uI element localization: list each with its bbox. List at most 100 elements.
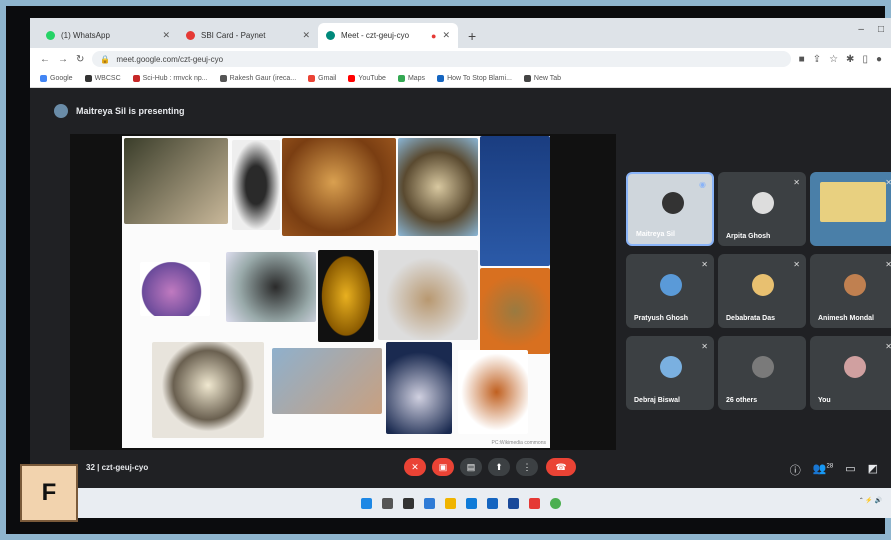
close-icon[interactable]: ✕: [162, 30, 170, 41]
bookmark-item[interactable]: How To Stop Blami...: [437, 75, 512, 82]
bookmark-icon: [219, 75, 227, 82]
gmail-icon: [308, 75, 316, 82]
participant-avatar: [752, 356, 774, 378]
minimize-icon[interactable]: –: [858, 24, 864, 35]
tab-whatsapp[interactable]: (1) WhatsApp ✕: [38, 23, 178, 48]
snail-shell-image: [318, 250, 374, 342]
sbi-icon: [186, 31, 195, 40]
bookmark-item[interactable]: New Tab: [523, 75, 561, 82]
bookmark-item[interactable]: Maps: [397, 75, 425, 82]
mic-off-icon: ✕: [793, 178, 800, 187]
windows-start-icon[interactable]: [361, 497, 372, 509]
participant-tile[interactable]: ✕ Debabrata Das: [718, 254, 806, 328]
file-explorer-icon[interactable]: [445, 497, 456, 509]
mic-off-button[interactable]: ✕: [404, 458, 426, 476]
participant-tile[interactable]: ✕ Arpita Ghosh: [718, 172, 806, 246]
store-icon[interactable]: [487, 497, 498, 509]
snail-shell-image: [480, 268, 550, 354]
participant-name: Debabrata Das: [726, 315, 776, 322]
taskbar: ⌃ ⚡ 🔊: [30, 488, 891, 518]
screen-share-thumbnail: [820, 182, 886, 222]
participant-tile[interactable]: 26 others: [718, 336, 806, 410]
profile-avatar[interactable]: ●: [876, 54, 882, 65]
participant-avatar: [752, 274, 774, 296]
snail-shell-image: [378, 250, 478, 340]
participant-avatar: [752, 192, 774, 214]
presenter-avatar: [54, 104, 68, 118]
participant-name: Debraj Biswal: [634, 397, 680, 404]
side-controls: ⓘ 👥28 ▭ ◩: [790, 462, 878, 478]
meet-icon: [326, 31, 335, 40]
participant-name: 26 others: [726, 397, 758, 404]
extensions-icon[interactable]: ✱: [846, 54, 854, 65]
reload-icon[interactable]: ↻: [76, 54, 84, 65]
participant-tile[interactable]: ✕ Animesh Mondal: [810, 254, 891, 328]
bookmark-item[interactable]: WBCSC: [84, 75, 121, 82]
chat-app-icon[interactable]: [424, 497, 435, 509]
system-tray: ⌃ ⚡ 🔊: [858, 498, 882, 504]
app-icon[interactable]: [529, 497, 540, 509]
chat-icon[interactable]: ▭: [845, 462, 855, 478]
more-options-button[interactable]: ⋮: [516, 458, 538, 476]
sidebar-icon[interactable]: ▯: [862, 54, 868, 65]
participant-tile[interactable]: ◉ Maitreya Sil: [626, 172, 714, 246]
participant-tile[interactable]: ✕: [810, 172, 891, 246]
star-icon[interactable]: ☆: [829, 54, 838, 65]
speaking-icon: ◉: [699, 180, 706, 189]
bookmark-item[interactable]: Google: [40, 75, 73, 82]
people-icon[interactable]: 👥28: [813, 462, 833, 478]
address-bar[interactable]: 🔒 meet.google.com/czt-geuj-cyo: [92, 51, 791, 67]
back-icon[interactable]: ←: [40, 54, 50, 65]
mic-off-icon: ✕: [793, 260, 800, 269]
bookmark-item[interactable]: Gmail: [308, 75, 336, 82]
maximize-icon[interactable]: □: [878, 24, 884, 35]
task-view-icon[interactable]: [403, 497, 414, 509]
bookmark-item[interactable]: Sci-Hub : rmvck np...: [132, 75, 208, 82]
tab-label: (1) WhatsApp: [61, 31, 110, 40]
search-icon[interactable]: [382, 497, 393, 509]
leave-call-button[interactable]: ☎: [546, 458, 576, 476]
snail-shell-image: [282, 138, 396, 236]
info-icon[interactable]: ⓘ: [790, 462, 801, 478]
participant-name: Pratyush Ghosh: [634, 315, 689, 322]
close-icon[interactable]: ✕: [442, 30, 450, 41]
slide: PC:Wikimedia commons: [122, 136, 550, 448]
bookmarks-bar: Google WBCSC Sci-Hub : rmvck np... Rakes…: [30, 70, 891, 88]
tab-label: SBI Card - Paynet: [201, 31, 266, 40]
tab-meet[interactable]: Meet - czt-geuj-cyo ● ✕: [318, 23, 458, 48]
participant-avatar: [844, 274, 866, 296]
youtube-icon: [348, 75, 356, 82]
edge-icon[interactable]: [466, 497, 477, 509]
chrome-icon[interactable]: [550, 497, 561, 509]
forward-icon[interactable]: →: [58, 54, 68, 65]
participant-tile[interactable]: ✕ You: [810, 336, 891, 410]
app-icon[interactable]: [508, 497, 519, 509]
participant-name: Arpita Ghosh: [726, 233, 771, 240]
share-icon[interactable]: ⇪: [813, 54, 821, 65]
whatsapp-icon: [46, 31, 55, 40]
participant-video: [662, 192, 684, 214]
globe-icon: [523, 75, 531, 82]
tab-strip: (1) WhatsApp ✕ SBI Card - Paynet ✕ Meet …: [30, 18, 891, 48]
tab-sbi-card[interactable]: SBI Card - Paynet ✕: [178, 23, 318, 48]
participant-tile[interactable]: ✕ Pratyush Ghosh: [626, 254, 714, 328]
meet-area: Maitreya Sil is presenting PC:Wikimedia …: [30, 88, 891, 518]
window-controls: – □: [858, 24, 884, 35]
captions-button[interactable]: ▤: [460, 458, 482, 476]
camera-icon[interactable]: ■: [799, 54, 805, 65]
presentation-stage: PC:Wikimedia commons: [70, 134, 616, 450]
recording-dot-icon: ●: [431, 30, 437, 41]
bookmark-item[interactable]: YouTube: [348, 75, 386, 82]
participant-name: You: [818, 397, 831, 404]
activities-icon[interactable]: ◩: [868, 462, 878, 478]
close-icon[interactable]: ✕: [302, 30, 310, 41]
participant-tile[interactable]: ✕ Debraj Biswal: [626, 336, 714, 410]
participant-name: Maitreya Sil: [636, 231, 675, 238]
url-text: meet.google.com/czt-geuj-cyo: [116, 54, 224, 64]
camera-off-button[interactable]: ▣: [432, 458, 454, 476]
image-credit: PC:Wikimedia commons: [491, 440, 546, 446]
bookmark-item[interactable]: Rakesh Gaur (ireca...: [219, 75, 296, 82]
new-tab-button[interactable]: +: [458, 28, 486, 48]
present-button[interactable]: ⬆: [488, 458, 510, 476]
snail-shell-image: [386, 342, 452, 434]
